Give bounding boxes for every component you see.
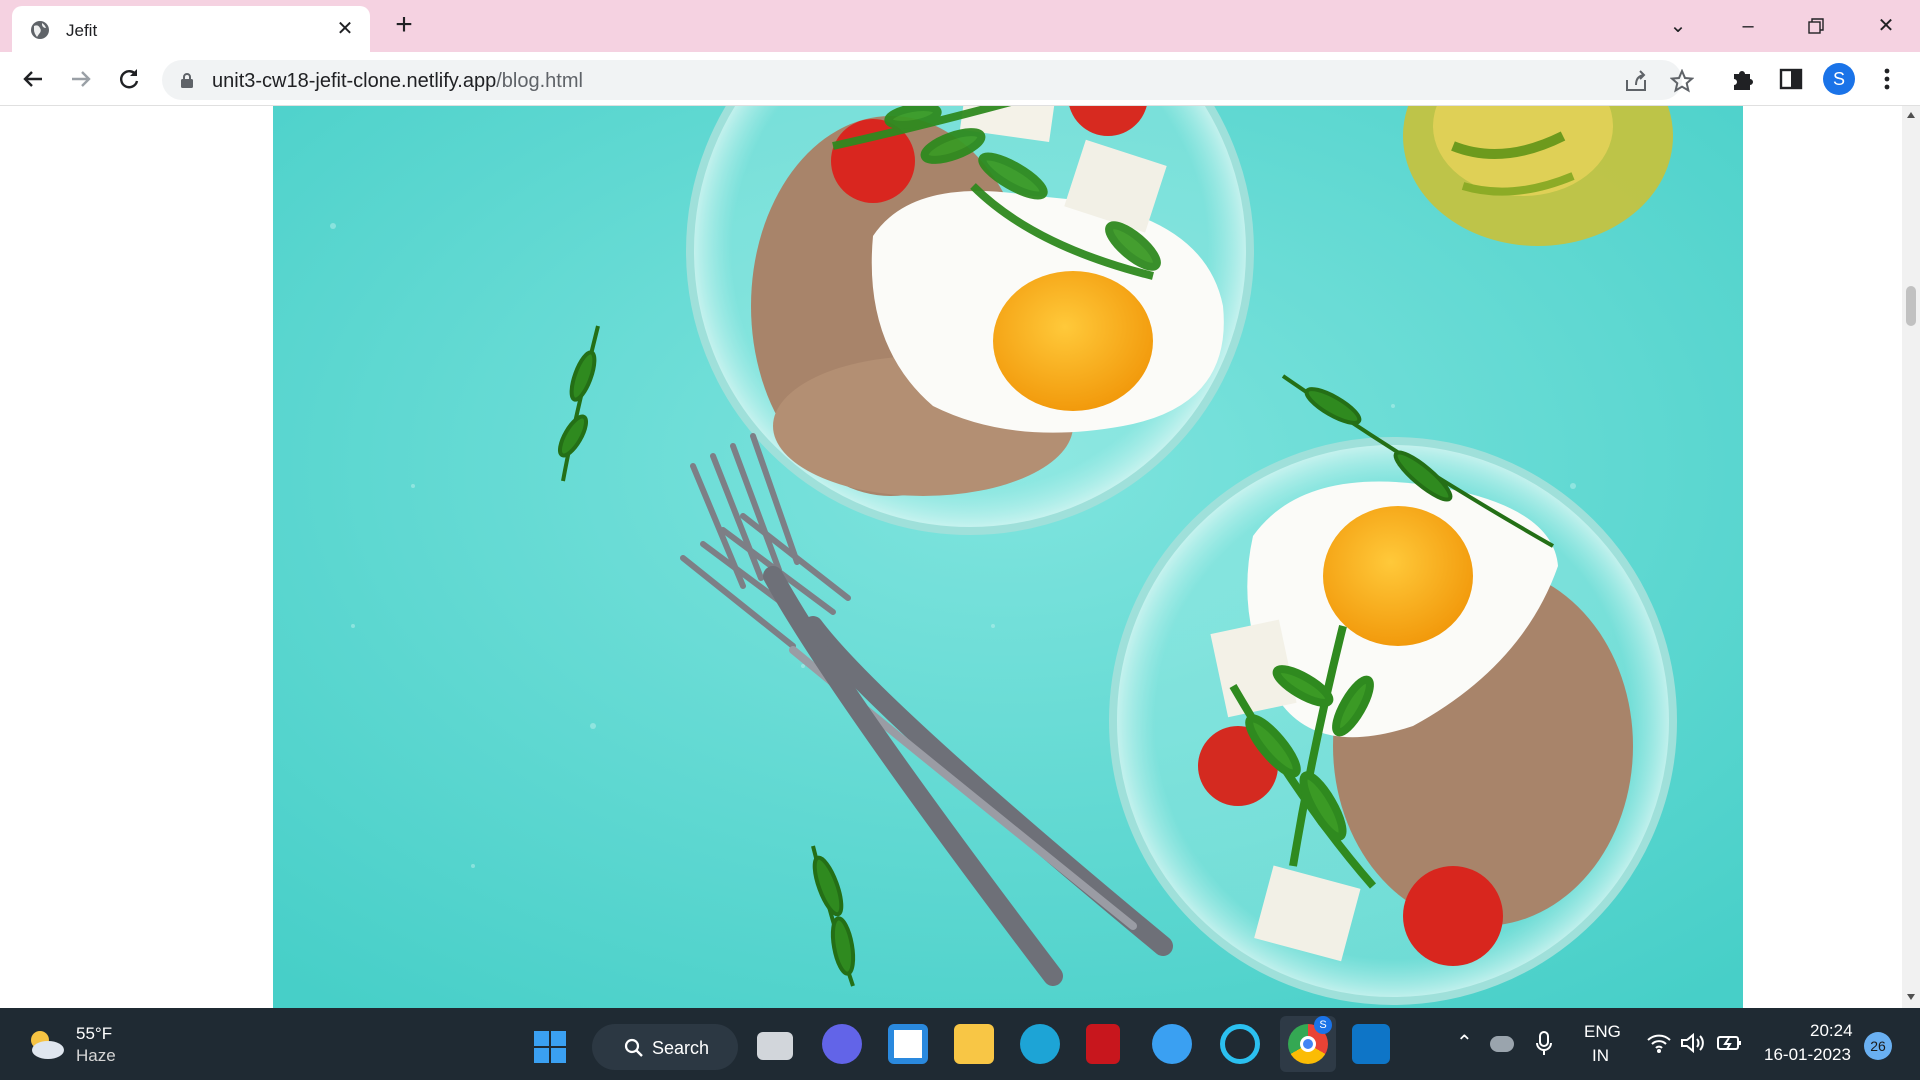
volume-icon[interactable] bbox=[1680, 1032, 1706, 1054]
url-path: /blog.html bbox=[496, 70, 583, 92]
chevron-up-icon[interactable]: ⌃ bbox=[1456, 1030, 1473, 1055]
url-text[interactable]: unit3-cw18-jefit-clone.netlify.app/blog.… bbox=[212, 70, 583, 93]
back-arrow-icon[interactable] bbox=[18, 64, 48, 94]
tab-search-chevron-icon[interactable]: ⌄ bbox=[1658, 10, 1698, 42]
clock-date[interactable]: 16-01-2023 bbox=[1764, 1045, 1851, 1065]
wifi-icon[interactable] bbox=[1646, 1032, 1672, 1054]
taskbar-search-button[interactable]: Search bbox=[592, 1024, 738, 1070]
browser-toolbar: unit3-cw18-jefit-clone.netlify.app/blog.… bbox=[0, 52, 1920, 106]
notification-badge[interactable]: 26 bbox=[1864, 1032, 1892, 1060]
side-panel-icon[interactable] bbox=[1776, 64, 1806, 94]
chrome-profile-badge: S bbox=[1314, 1016, 1332, 1034]
microphone-icon[interactable] bbox=[1534, 1030, 1554, 1058]
weather-desc[interactable]: Haze bbox=[76, 1046, 116, 1066]
close-window-button[interactable]: ✕ bbox=[1866, 10, 1906, 42]
share-icon[interactable] bbox=[1624, 70, 1648, 92]
url-host: unit3-cw18-jefit-clone.netlify.app bbox=[212, 70, 497, 92]
browser-titlebar: Jefit ✕ + ⌄ – ✕ bbox=[0, 0, 1920, 52]
language-top[interactable]: ENG bbox=[1584, 1022, 1621, 1042]
vscode-icon[interactable] bbox=[1352, 1024, 1390, 1064]
weather-temp[interactable]: 55°F bbox=[76, 1024, 112, 1044]
reload-icon[interactable] bbox=[114, 64, 144, 94]
clock-time[interactable]: 20:24 bbox=[1810, 1021, 1853, 1041]
restore-button[interactable] bbox=[1796, 10, 1836, 42]
battery-icon[interactable] bbox=[1716, 1032, 1744, 1054]
minimize-button[interactable]: – bbox=[1728, 10, 1768, 42]
get-help-icon[interactable] bbox=[1152, 1024, 1192, 1064]
food-photo bbox=[273, 106, 1743, 1008]
vertical-scrollbar[interactable] bbox=[1902, 106, 1920, 1008]
search-icon bbox=[624, 1038, 643, 1057]
new-tab-button[interactable]: + bbox=[390, 10, 418, 40]
plate-bottom bbox=[1109, 437, 1677, 1005]
scroll-up-arrow-icon[interactable] bbox=[1907, 112, 1915, 118]
lock-icon[interactable] bbox=[180, 72, 194, 88]
tab-title: Jefit bbox=[66, 21, 98, 40]
microsoft-store-icon[interactable] bbox=[888, 1024, 928, 1064]
task-view-icon[interactable] bbox=[757, 1032, 793, 1060]
start-windows-icon[interactable] bbox=[533, 1030, 567, 1064]
address-bar[interactable]: unit3-cw18-jefit-clone.netlify.app/blog.… bbox=[162, 60, 1694, 100]
extensions-puzzle-icon[interactable] bbox=[1728, 64, 1758, 94]
scrollbar-thumb[interactable] bbox=[1906, 286, 1916, 326]
tab-close-icon[interactable]: ✕ bbox=[334, 18, 356, 40]
chrome-icon-center bbox=[1300, 1036, 1316, 1052]
blog-hero-image bbox=[273, 106, 1743, 1008]
page-content bbox=[0, 106, 1902, 1008]
onedrive-icon[interactable] bbox=[1490, 1036, 1514, 1052]
chrome-taskbar-button[interactable]: S bbox=[1280, 1016, 1336, 1072]
scroll-down-arrow-icon[interactable] bbox=[1907, 994, 1915, 1000]
language-bottom[interactable]: IN bbox=[1592, 1046, 1609, 1066]
mcafee-icon[interactable] bbox=[1086, 1024, 1120, 1064]
windows-taskbar: 55°F Haze Search S ⌃ ENG IN 20:24 16-01-… bbox=[0, 1008, 1920, 1080]
weather-cloud-icon[interactable] bbox=[26, 1026, 66, 1062]
forward-arrow-icon[interactable] bbox=[66, 64, 96, 94]
search-label: Search bbox=[652, 1038, 710, 1058]
menu-kebab-icon[interactable] bbox=[1872, 64, 1902, 94]
bookmark-star-icon[interactable] bbox=[1670, 69, 1694, 93]
tab-jefit[interactable]: Jefit ✕ bbox=[12, 6, 370, 52]
globe-icon bbox=[31, 21, 49, 39]
profile-avatar[interactable]: S bbox=[1823, 63, 1855, 95]
edge-browser-icon[interactable] bbox=[1020, 1024, 1060, 1064]
file-explorer-icon[interactable] bbox=[954, 1024, 994, 1064]
cortana-icon[interactable] bbox=[1220, 1024, 1260, 1064]
teams-chat-icon[interactable] bbox=[822, 1024, 862, 1064]
